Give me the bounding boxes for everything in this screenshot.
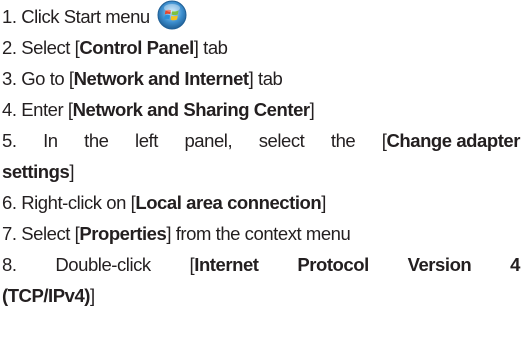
step-5-target-part-2: settings <box>2 161 70 182</box>
step-2-target: Control Panel <box>79 37 194 58</box>
step-8-target-word: 4 <box>510 254 520 275</box>
step-8-text-post: ] <box>90 285 95 306</box>
step-3: 3. Go to [Network and Internet] tab <box>2 63 522 94</box>
windows-start-orb-icon <box>157 0 187 30</box>
step-8-target-word: Internet <box>194 254 259 275</box>
step-6-number: 6. <box>2 192 17 213</box>
step-5-word: select <box>258 130 305 151</box>
step-7: 7. Select [Properties] from the context … <box>2 218 522 249</box>
step-8: 8. Double-click [Internet Protocol Versi… <box>2 249 520 280</box>
step-5-number: 5. <box>2 130 17 151</box>
step-8-number: 8. <box>2 254 17 275</box>
step-6-text-pre: Right-click on [ <box>21 192 136 213</box>
step-4-text-post: ] <box>309 99 315 120</box>
step-5-target-start: [Change adapter <box>382 125 521 156</box>
instruction-list: 1. Click Start menu 2. Select [Control P… <box>0 0 522 348</box>
step-8-target-word: Protocol <box>297 254 369 275</box>
step-2-text-pre: Select [ <box>21 37 80 58</box>
step-5-word: left <box>135 130 158 151</box>
step-7-text-post: ] from the context menu <box>166 223 351 244</box>
step-4-text-pre: Enter [ <box>21 99 73 120</box>
step-8-target-part-2: (TCP/IPv4) <box>2 285 91 306</box>
step-5-word: the <box>84 130 109 151</box>
step-5: 5. In the left panel, select the [Change… <box>2 125 520 156</box>
step-4-target: Network and Sharing Center <box>72 99 311 120</box>
step-4: 4. Enter [Network and Sharing Center] <box>2 94 522 125</box>
step-1-number: 1. <box>2 6 17 27</box>
step-4-number: 4. <box>2 99 17 120</box>
step-6-target: Local area connection <box>135 192 322 213</box>
step-6-text-post: ] <box>321 192 326 213</box>
step-5-word: panel, <box>184 130 233 151</box>
step-5-target-part-1: Change adapter <box>386 130 520 151</box>
step-8-continued: (TCP/IPv4)] <box>2 280 522 311</box>
step-2-text-post: ] tab <box>193 37 228 58</box>
step-1-text: Click Start menu <box>21 6 150 27</box>
step-7-target: Properties <box>79 223 167 244</box>
step-3-number: 3. <box>2 68 17 89</box>
step-2: 2. Select [Control Panel] tab <box>2 32 522 63</box>
step-5-continued: settings] <box>2 156 522 187</box>
step-5-text-post: ] <box>69 161 75 182</box>
step-3-text-post: ] tab <box>248 68 283 89</box>
step-2-number: 2. <box>2 37 17 58</box>
step-5-word: the <box>330 130 356 151</box>
step-3-target: Network and Internet <box>73 68 249 89</box>
step-7-text-pre: Select [ <box>21 223 80 244</box>
step-8-word: Double-click <box>55 254 151 275</box>
step-7-number: 7. <box>2 223 17 244</box>
step-8-target-word: Version <box>407 254 472 275</box>
step-3-text-pre: Go to [ <box>21 68 74 89</box>
step-6: 6. Right-click on [Local area connection… <box>2 187 522 218</box>
step-1: 1. Click Start menu <box>2 0 522 32</box>
step-5-word: In <box>43 130 58 151</box>
step-8-target-start: [Internet <box>190 249 259 280</box>
